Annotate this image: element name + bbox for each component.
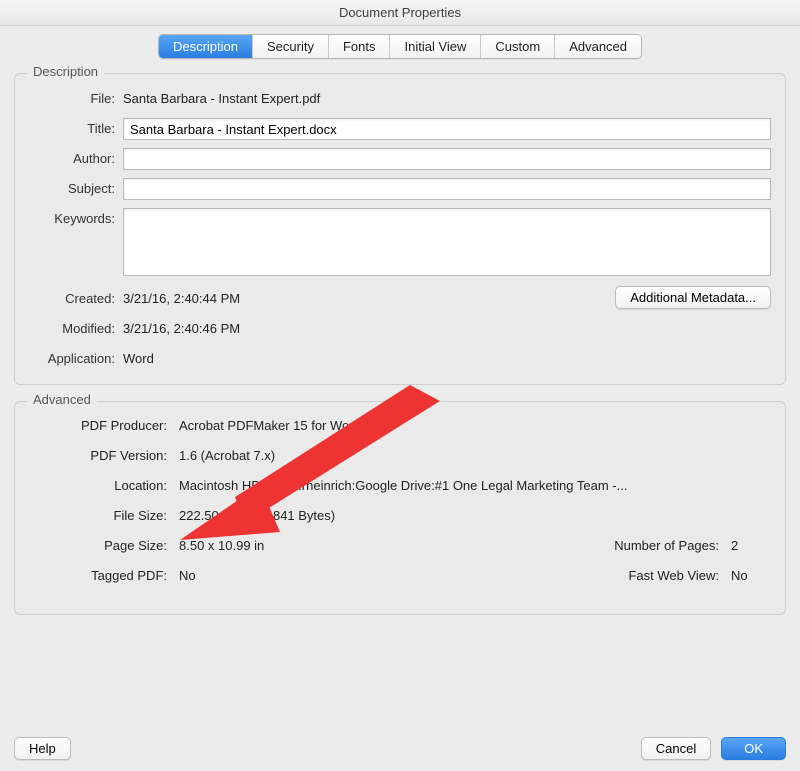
location-label: Location: [29,476,179,496]
advanced-group: Advanced PDF Producer: Acrobat PDFMaker … [14,401,786,615]
tab-initial-view[interactable]: Initial View [390,35,481,58]
number-of-pages-label: Number of Pages: [591,536,731,556]
tagged-pdf-value: No [179,566,591,586]
title-input[interactable] [123,118,771,140]
ok-button[interactable]: OK [721,737,786,760]
pdf-version-label: PDF Version: [29,446,179,466]
modified-label: Modified: [29,318,123,340]
additional-metadata-button[interactable]: Additional Metadata... [615,286,771,309]
number-of-pages-value: 2 [731,536,771,556]
description-group-label: Description [27,64,104,79]
help-button[interactable]: Help [14,737,71,760]
cancel-button[interactable]: Cancel [641,737,711,760]
file-value: Santa Barbara - Instant Expert.pdf [123,88,771,110]
fast-web-view-label: Fast Web View: [591,566,731,586]
advanced-group-label: Advanced [27,392,97,407]
tab-description[interactable]: Description [159,35,253,58]
title-label: Title: [29,118,123,140]
tab-advanced[interactable]: Advanced [555,35,641,58]
fast-web-view-value: No [731,566,771,586]
application-label: Application: [29,348,123,370]
description-group: Description File: Santa Barbara - Instan… [14,73,786,385]
tagged-pdf-label: Tagged PDF: [29,566,179,586]
subject-label: Subject: [29,178,123,200]
dialog-footer: Help Cancel OK [0,725,800,771]
subject-input[interactable] [123,178,771,200]
page-size-label: Page Size: [29,536,179,556]
file-size-label: File Size: [29,506,179,526]
keywords-input[interactable] [123,208,771,276]
keywords-label: Keywords: [29,208,123,230]
pdf-version-value: 1.6 (Acrobat 7.x) [179,446,771,466]
tab-bar: Description Security Fonts Initial View … [14,34,786,59]
location-value: Macintosh HD:Users:rheinrich:Google Driv… [179,476,771,496]
pdf-producer-label: PDF Producer: [29,416,179,436]
modified-value: 3/21/16, 2:40:46 PM [123,318,771,340]
application-value: Word [123,348,771,370]
created-label: Created: [29,288,123,310]
tab-fonts[interactable]: Fonts [329,35,391,58]
author-input[interactable] [123,148,771,170]
author-label: Author: [29,148,123,170]
tab-custom[interactable]: Custom [481,35,555,58]
tab-security[interactable]: Security [253,35,329,58]
page-size-value: 8.50 x 10.99 in [179,536,591,556]
pdf-producer-value: Acrobat PDFMaker 15 for Word [179,416,771,436]
file-size-value: 222.50 KB (227,841 Bytes) [179,506,771,526]
file-label: File: [29,88,123,110]
window-title: Document Properties [0,0,800,26]
